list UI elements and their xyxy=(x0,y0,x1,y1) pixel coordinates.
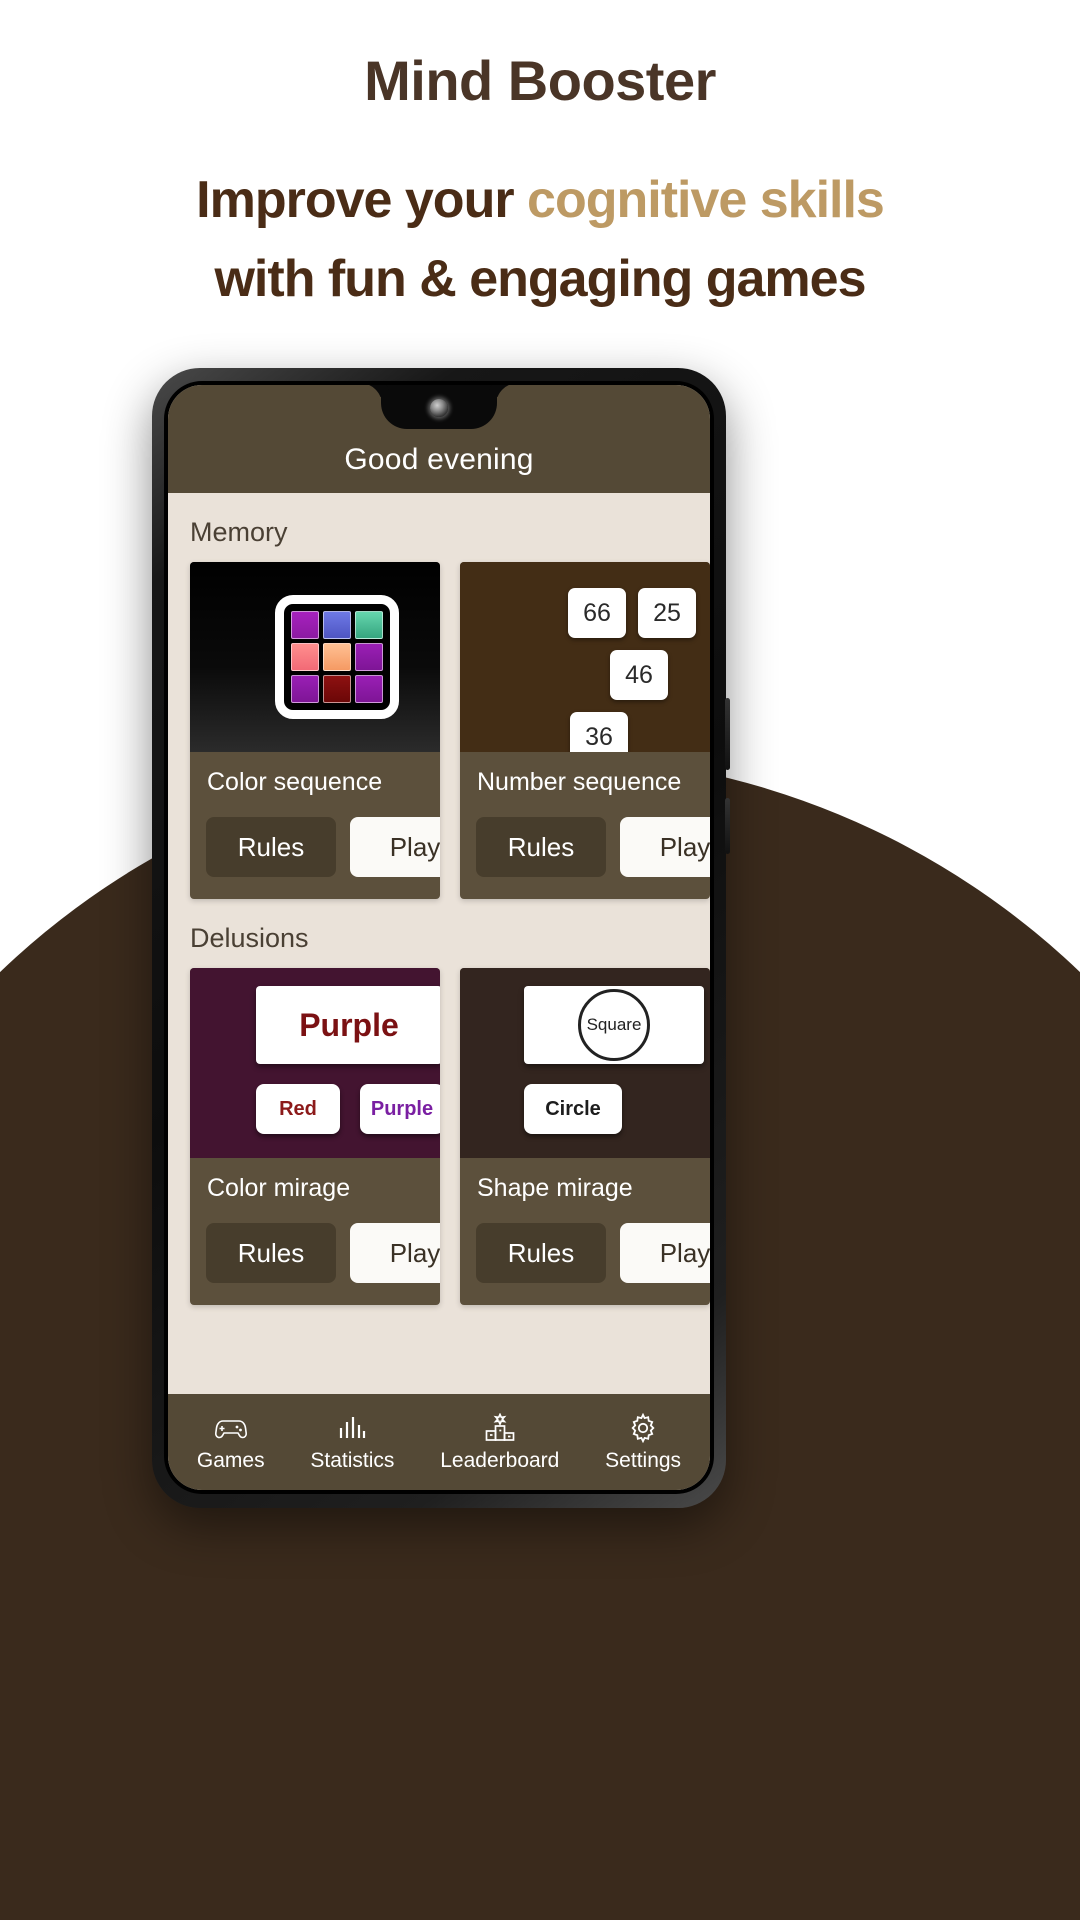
nav-label: Games xyxy=(196,1449,265,1472)
rules-button[interactable]: Rules xyxy=(476,817,606,877)
color-sequence-thumbnail xyxy=(190,562,440,752)
game-card-shape-mirage[interactable]: Square Circle Shape mirage Rules Play xyxy=(460,968,710,1305)
game-card-color-mirage[interactable]: Purple Red Purple Color mirage Rules Pla… xyxy=(190,968,440,1305)
game-card-title: Color mirage xyxy=(207,1174,351,1202)
greeting-text: Good evening xyxy=(344,443,534,476)
game-card-actions: Rules Play xyxy=(460,1203,710,1305)
stimulus-shape: Square xyxy=(524,986,704,1064)
game-card-actions: Rules Play xyxy=(190,1203,440,1305)
game-card-actions: Rules Play xyxy=(190,797,440,899)
promo-subtitle-plain: Improve your xyxy=(196,171,528,229)
power-button[interactable] xyxy=(725,698,730,770)
cards-row-delusions: Purple Red Purple Color mirage Rules Pla… xyxy=(168,968,710,1305)
color-cell xyxy=(291,611,319,639)
circle-icon: Square xyxy=(578,989,650,1061)
play-button[interactable]: Play xyxy=(350,1223,440,1283)
color-grid-icon xyxy=(275,595,399,719)
section-title-delusions: Delusions xyxy=(190,923,309,953)
phone-mockup: Good evening Memory Color sequence Rules… xyxy=(152,368,730,1508)
shape-mirage-thumbnail: Square Circle xyxy=(460,968,710,1158)
app-content[interactable]: Memory Color sequence Rules Play 66 25 4… xyxy=(168,493,710,1394)
promo-subtitle-line-1: Improve your cognitive skills xyxy=(0,161,1080,240)
color-cell xyxy=(291,643,319,671)
promo-subtitle-accent: cognitive skills xyxy=(527,171,885,229)
promo-headline: Mind Booster Improve your cognitive skil… xyxy=(0,0,1080,319)
number-tile: 25 xyxy=(638,588,696,638)
cards-row-memory: Color sequence Rules Play 66 25 46 36 Nu… xyxy=(168,562,710,899)
nav-label: Settings xyxy=(605,1449,682,1472)
nav-item-games[interactable]: Games xyxy=(197,1411,265,1473)
option-chip: Red xyxy=(256,1084,340,1134)
game-card-color-sequence[interactable]: Color sequence Rules Play xyxy=(190,562,440,899)
volume-button[interactable] xyxy=(725,798,730,854)
game-card-actions: Rules Play xyxy=(460,797,710,899)
stimulus-word: Purple xyxy=(256,986,440,1064)
promo-page: Mind Booster Improve your cognitive skil… xyxy=(0,0,1080,1920)
nav-label: Statistics xyxy=(310,1449,395,1472)
color-cell xyxy=(355,611,383,639)
section-title-memory: Memory xyxy=(190,517,288,547)
front-camera-icon xyxy=(430,399,448,417)
option-chip: Circle xyxy=(524,1084,622,1134)
play-button[interactable]: Play xyxy=(620,817,710,877)
number-tile: 66 xyxy=(568,588,626,638)
play-button[interactable]: Play xyxy=(350,817,440,877)
game-card-title: Shape mirage xyxy=(477,1174,633,1202)
color-cell xyxy=(323,675,351,703)
nav-item-leaderboard[interactable]: Leaderboard xyxy=(440,1411,559,1473)
rules-button[interactable]: Rules xyxy=(206,817,336,877)
play-button[interactable]: Play xyxy=(620,1223,710,1283)
rules-button[interactable]: Rules xyxy=(206,1223,336,1283)
color-mirage-thumbnail: Purple Red Purple xyxy=(190,968,440,1158)
phone-screen-bezel: Good evening Memory Color sequence Rules… xyxy=(164,381,714,1494)
option-chip: Purple xyxy=(360,1084,440,1134)
number-tile: 46 xyxy=(610,650,668,700)
color-cell xyxy=(323,611,351,639)
game-card-number-sequence[interactable]: 66 25 46 36 Number sequence Rules Play xyxy=(460,562,710,899)
game-card-title: Color sequence xyxy=(207,768,383,796)
gamepad-icon xyxy=(214,1411,248,1445)
promo-subtitle-line-2: with fun & engaging games xyxy=(214,250,866,309)
color-cell xyxy=(323,643,351,671)
color-cell xyxy=(355,675,383,703)
rules-button[interactable]: Rules xyxy=(476,1223,606,1283)
number-tile: 36 xyxy=(570,712,628,752)
nav-item-statistics[interactable]: Statistics xyxy=(310,1411,394,1473)
nav-label: Leaderboard xyxy=(440,1449,560,1472)
podium-icon xyxy=(484,1411,516,1445)
game-card-title: Number sequence xyxy=(477,768,682,796)
color-cell xyxy=(291,675,319,703)
bottom-navigation: Games Statistics Leaderboard Settings xyxy=(168,1394,710,1490)
gear-icon xyxy=(628,1411,658,1445)
nav-item-settings[interactable]: Settings xyxy=(605,1411,681,1473)
promo-subtitle: Improve your cognitive skills with fun &… xyxy=(0,161,1080,319)
color-cell xyxy=(355,643,383,671)
page-title: Mind Booster xyxy=(364,49,716,112)
app-screen: Good evening Memory Color sequence Rules… xyxy=(168,385,710,1490)
bar-chart-icon xyxy=(337,1411,367,1445)
number-sequence-thumbnail: 66 25 46 36 xyxy=(460,562,710,752)
